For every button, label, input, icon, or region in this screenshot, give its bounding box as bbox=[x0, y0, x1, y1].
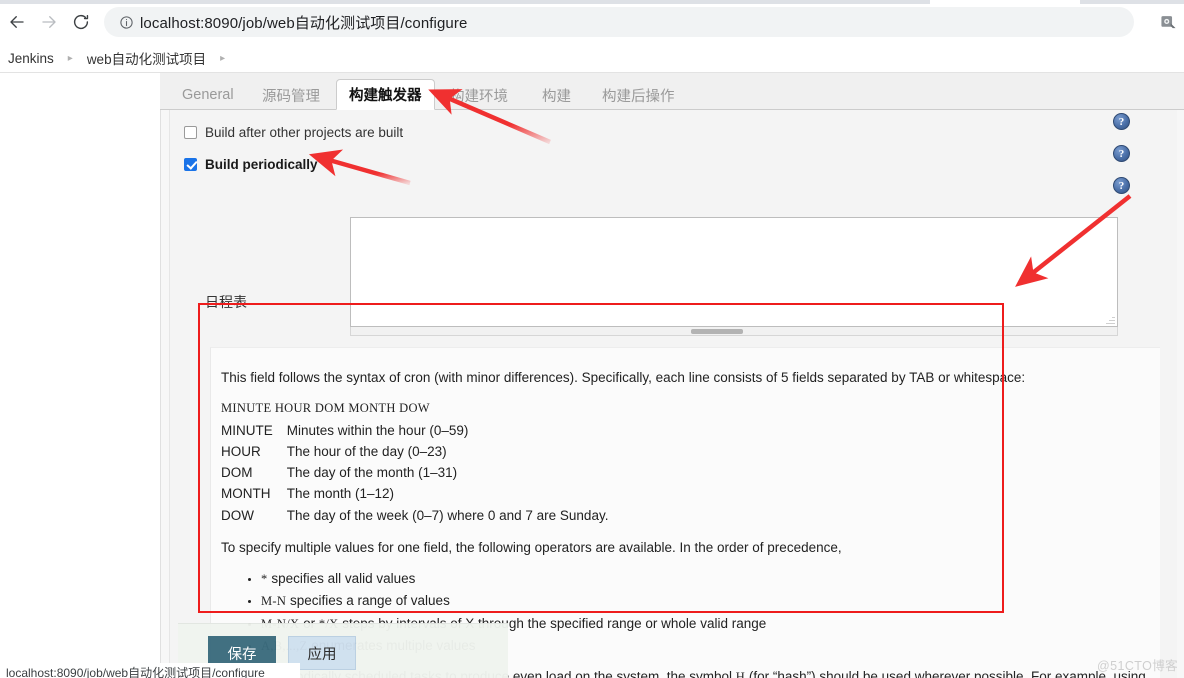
cron-field-name: HOUR bbox=[221, 443, 261, 459]
address-bar-url: localhost:8090/job/web自动化测试项目/configure bbox=[140, 14, 468, 32]
table-row: MONTH The month (1–12) bbox=[221, 484, 608, 505]
label-build-after-other-projects: Build after other projects are built bbox=[205, 124, 404, 140]
checkbox-build-after-other-projects[interactable] bbox=[184, 125, 197, 139]
table-row: HOUR The hour of the day (0–23) bbox=[221, 442, 608, 463]
help-icon-schedule[interactable]: ? bbox=[1113, 177, 1130, 194]
label-build-periodically: Build periodically bbox=[205, 156, 318, 172]
watermark: @51CTO博客 bbox=[1097, 659, 1178, 673]
browser-tabstrip-edge bbox=[0, 0, 1184, 4]
config-tabstrip: General 源码管理 构建触发器 构建环境 构建 构建后操作 bbox=[160, 73, 1184, 110]
back-arrow-icon[interactable] bbox=[4, 9, 30, 35]
page-body: General 源码管理 构建触发器 构建环境 构建 构建后操作 Build a… bbox=[0, 73, 1184, 678]
configure-content: General 源码管理 构建触发器 构建环境 构建 构建后操作 Build a… bbox=[160, 73, 1184, 678]
table-row: DOW The day of the week (0–7) where 0 an… bbox=[221, 506, 608, 527]
tab-build-triggers[interactable]: 构建触发器 bbox=[336, 79, 435, 110]
reload-icon[interactable] bbox=[68, 9, 94, 35]
help-icon-build-after-other-projects[interactable]: ? bbox=[1113, 113, 1130, 130]
breadcrumb-separator-icon: ▸ bbox=[67, 52, 73, 64]
cron-field-desc: Minutes within the hour (0–59) bbox=[286, 422, 469, 438]
schedule-field-label: 日程表 bbox=[205, 294, 247, 310]
browser-active-tab-gap bbox=[930, 0, 1080, 4]
list-item: M-N specifies a range of values bbox=[261, 591, 1150, 611]
hash-code-1: H bbox=[735, 669, 746, 678]
site-info-icon[interactable] bbox=[112, 15, 140, 30]
schedule-field-wrapper[interactable] bbox=[350, 217, 1118, 327]
cron-field-table: MINUTE Minutes within the hour (0–59) HO… bbox=[221, 421, 608, 527]
operator-code: M-N bbox=[261, 594, 287, 609]
schedule-horizontal-scrollbar[interactable] bbox=[350, 327, 1118, 336]
checkbox-row-build-after-other-projects[interactable]: Build after other projects are built bbox=[184, 121, 403, 143]
screenshot-root: localhost:8090/job/web自动化测试项目/configure … bbox=[0, 0, 1184, 678]
table-row: MINUTE Minutes within the hour (0–59) bbox=[221, 421, 608, 442]
tab-general[interactable]: General bbox=[170, 80, 246, 110]
address-bar[interactable]: localhost:8090/job/web自动化测试项目/configure bbox=[104, 7, 1134, 37]
tab-build[interactable]: 构建 bbox=[530, 80, 583, 110]
cron-field-desc: The month (1–12) bbox=[286, 486, 395, 502]
hash-text-2: (for “hash”) should be used wherever pos… bbox=[745, 668, 1146, 678]
breadcrumb-item-jenkins[interactable]: Jenkins bbox=[2, 51, 60, 66]
breadcrumb: Jenkins ▸ web自动化测试项目 ▸ bbox=[0, 44, 1184, 73]
tab-post-build[interactable]: 构建后操作 bbox=[590, 80, 687, 110]
breadcrumb-item-project[interactable]: web自动化测试项目 bbox=[81, 48, 212, 68]
browser-status-bar: localhost:8090/job/web自动化测试项目/configure bbox=[0, 663, 300, 678]
scrollbar-thumb[interactable] bbox=[691, 329, 743, 334]
checkbox-build-periodically[interactable] bbox=[184, 157, 197, 171]
operator-text: specifies all valid values bbox=[267, 570, 416, 586]
operator-text: specifies a range of values bbox=[286, 593, 450, 609]
tab-scm[interactable]: 源码管理 bbox=[250, 80, 332, 110]
extension-icon[interactable] bbox=[1156, 10, 1180, 34]
cron-field-name: DOW bbox=[221, 507, 254, 523]
cron-field-name: MINUTE bbox=[221, 422, 273, 438]
help-icon-build-periodically[interactable]: ? bbox=[1113, 145, 1130, 162]
table-row: DOM The day of the month (1–31) bbox=[221, 463, 608, 484]
checkbox-row-build-periodically[interactable]: Build periodically bbox=[184, 153, 318, 175]
cron-field-name: DOM bbox=[221, 465, 253, 481]
forward-arrow-icon[interactable] bbox=[36, 9, 62, 35]
tab-build-env[interactable]: 构建环境 bbox=[438, 80, 520, 110]
breadcrumb-separator-icon-2: ▸ bbox=[220, 52, 226, 64]
status-bar-text: localhost:8090/job/web自动化测试项目/configure bbox=[6, 666, 265, 678]
cron-field-desc: The day of the month (1–31) bbox=[286, 465, 458, 481]
cron-field-desc: The hour of the day (0–23) bbox=[286, 443, 447, 459]
cron-field-desc: The day of the week (0–7) where 0 and 7 … bbox=[286, 507, 609, 523]
schedule-input[interactable] bbox=[351, 218, 1117, 326]
cron-field-name: MONTH bbox=[221, 486, 271, 502]
browser-toolbar: localhost:8090/job/web自动化测试项目/configure bbox=[0, 0, 1184, 44]
left-rail bbox=[0, 73, 152, 678]
help-operators-intro: To specify multiple values for one field… bbox=[221, 539, 842, 555]
help-field-header: MINUTE HOUR DOM MONTH DOW bbox=[221, 400, 430, 415]
triggers-form: Build after other projects are built Bui… bbox=[160, 110, 1184, 678]
list-item: * specifies all valid values bbox=[261, 569, 1150, 589]
triggers-form-inner: Build after other projects are built Bui… bbox=[169, 110, 1177, 678]
help-intro: This field follows the syntax of cron (w… bbox=[221, 370, 1026, 385]
